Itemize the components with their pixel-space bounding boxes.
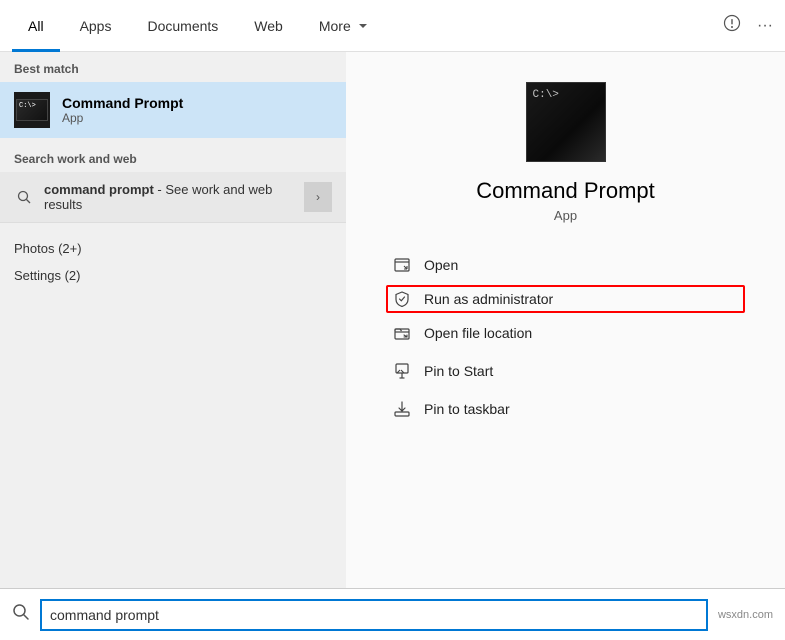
pin-start-icon bbox=[392, 361, 412, 381]
action-pin-start[interactable]: Pin to Start bbox=[386, 353, 745, 389]
best-match-title: Command Prompt bbox=[62, 95, 183, 111]
bottom-search-icon bbox=[12, 603, 30, 626]
search-web-chevron[interactable]: › bbox=[304, 182, 332, 212]
search-web-item[interactable]: command prompt - See work and web result… bbox=[0, 172, 346, 223]
chevron-down-icon bbox=[355, 18, 371, 34]
search-web-label: Search work and web bbox=[0, 142, 346, 172]
pin-taskbar-icon bbox=[392, 399, 412, 419]
search-input[interactable] bbox=[40, 599, 708, 631]
best-match-label: Best match bbox=[0, 52, 346, 82]
pin-start-label: Pin to Start bbox=[424, 363, 493, 379]
tab-documents[interactable]: Documents bbox=[131, 0, 234, 52]
main-container: Best match Command Prompt App Search wor… bbox=[0, 52, 785, 640]
open-location-label: Open file location bbox=[424, 325, 532, 341]
shield-icon bbox=[392, 289, 412, 309]
photos-result[interactable]: Photos (2+) bbox=[14, 235, 332, 262]
best-match-subtitle: App bbox=[62, 111, 183, 125]
app-title: Command Prompt bbox=[476, 178, 655, 204]
tab-all[interactable]: All bbox=[12, 0, 60, 52]
search-web-text: command prompt - See work and web result… bbox=[44, 182, 294, 212]
action-open[interactable]: Open bbox=[386, 247, 745, 283]
tab-web[interactable]: Web bbox=[238, 0, 299, 52]
best-match-text: Command Prompt App bbox=[62, 95, 183, 125]
watermark: wsxdn.com bbox=[718, 609, 773, 621]
app-subtitle: App bbox=[554, 208, 577, 223]
photos-section: Photos (2+) Settings (2) bbox=[0, 223, 346, 293]
settings-result[interactable]: Settings (2) bbox=[14, 262, 332, 289]
action-run-admin[interactable]: Run as administrator bbox=[386, 285, 745, 313]
run-admin-label: Run as administrator bbox=[424, 291, 553, 307]
action-pin-taskbar[interactable]: Pin to taskbar bbox=[386, 391, 745, 427]
tab-more[interactable]: More bbox=[303, 0, 387, 52]
action-list: Open Run as administrator bbox=[386, 247, 745, 427]
right-panel: Command Prompt App Open bbox=[346, 52, 785, 640]
top-navigation: All Apps Documents Web More ··· bbox=[0, 0, 785, 52]
feedback-icon[interactable] bbox=[723, 14, 741, 37]
search-web-section: Search work and web command prompt - See… bbox=[0, 142, 346, 223]
cmd-app-icon bbox=[14, 92, 50, 128]
pin-taskbar-label: Pin to taskbar bbox=[424, 401, 510, 417]
left-panel: Best match Command Prompt App Search wor… bbox=[0, 52, 346, 640]
open-label: Open bbox=[424, 257, 458, 273]
best-match-item[interactable]: Command Prompt App bbox=[0, 82, 346, 138]
bottom-search-bar: wsxdn.com bbox=[0, 588, 785, 640]
more-options-icon[interactable]: ··· bbox=[757, 17, 773, 35]
tab-apps[interactable]: Apps bbox=[64, 0, 128, 52]
open-icon bbox=[392, 255, 412, 275]
action-open-location[interactable]: Open file location bbox=[386, 315, 745, 351]
app-icon-large bbox=[526, 82, 606, 162]
search-icon bbox=[14, 187, 34, 207]
folder-icon bbox=[392, 323, 412, 343]
